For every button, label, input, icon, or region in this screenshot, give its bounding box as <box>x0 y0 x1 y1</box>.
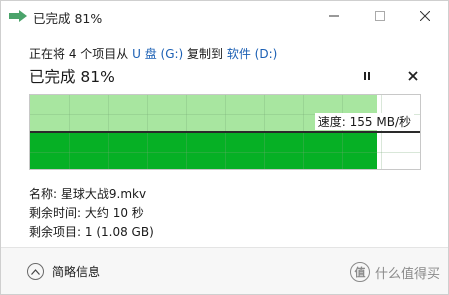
copy-description: 正在将 4 个项目从 U 盘 (G:) 复制到 软件 (D:) <box>29 45 277 62</box>
speed-label: 速度: 155 MB/秒 <box>314 113 414 130</box>
window-title: 已完成 81% <box>33 11 103 26</box>
watermark-text: 什么值得买 <box>374 266 440 282</box>
fewer-details-button[interactable]: 简略信息 <box>27 263 100 280</box>
pause-icon <box>364 72 370 80</box>
maximize-icon <box>375 11 385 21</box>
copy-middle: 复制到 <box>183 47 227 61</box>
watermark-logo: 值 <box>349 262 370 282</box>
destination-drive-link[interactable]: 软件 (D:) <box>227 47 277 61</box>
pause-button[interactable] <box>357 67 377 85</box>
chevron-up-icon <box>27 263 44 280</box>
watermark: 值 什么值得买 <box>349 262 440 282</box>
name-value: 星球大战9.mkv <box>60 187 147 201</box>
detail-time-remaining: 剩余时间: 大约 10 秒 <box>29 204 144 221</box>
name-label: 名称: <box>29 187 58 201</box>
minimize-button[interactable] <box>311 1 357 31</box>
maximize-button[interactable] <box>357 1 403 31</box>
close-icon <box>408 71 418 81</box>
progress-status: 已完成 81% <box>29 68 115 86</box>
detail-items-remaining: 剩余项目: 1 (1.08 GB) <box>29 223 154 240</box>
items-remaining-value: 1 (1.08 GB) <box>84 225 154 239</box>
cancel-button[interactable] <box>403 67 423 85</box>
speed-line <box>30 131 420 133</box>
minimize-icon <box>329 15 339 17</box>
source-drive-link[interactable]: U 盘 (G:) <box>132 47 183 61</box>
items-remaining-label: 剩余项目: <box>29 225 82 239</box>
footer-bar: 简略信息 值 什么值得买 <box>1 248 448 294</box>
copy-prefix: 正在将 4 个项目从 <box>29 47 133 61</box>
detail-name: 名称: 星球大战9.mkv <box>29 185 146 202</box>
time-remaining-value: 大约 10 秒 <box>84 206 144 220</box>
transfer-speed-graph: 速度: 155 MB/秒 <box>29 94 421 170</box>
copy-progress-icon <box>9 10 27 22</box>
close-icon <box>420 11 430 21</box>
fewer-details-label: 简略信息 <box>52 265 101 279</box>
copy-dialog-window: 已完成 81% 正在将 4 个项目从 U 盘 (G:) 复制到 软件 (D:) … <box>0 0 449 295</box>
time-remaining-label: 剩余时间: <box>29 206 82 220</box>
close-button[interactable] <box>402 1 448 31</box>
title-bar[interactable]: 已完成 81% <box>1 1 448 31</box>
